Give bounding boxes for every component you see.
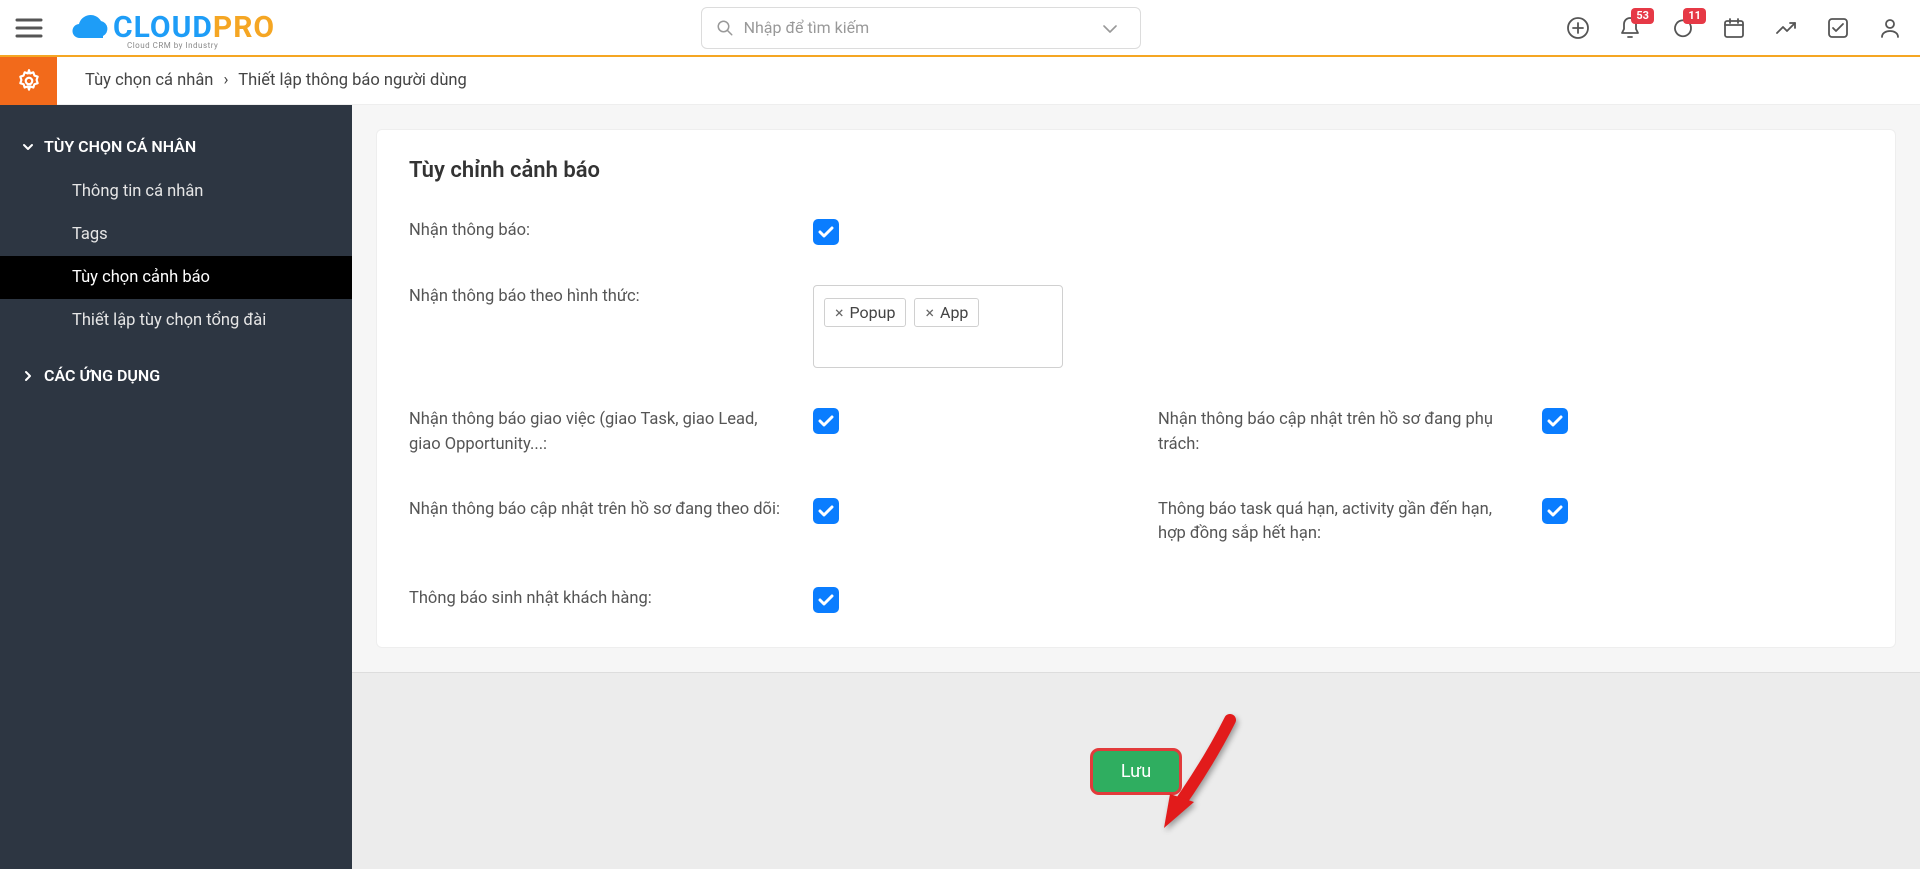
notifications-button[interactable]: 53	[1618, 16, 1642, 40]
cloud-icon	[67, 8, 113, 48]
field-follow-update-notif-checkbox[interactable]	[813, 498, 839, 524]
field-assignment-notif-label: Nhận thông báo giao việc (giao Task, gia…	[409, 408, 789, 458]
search-icon	[716, 19, 734, 37]
global-search[interactable]: Nhập để tìm kiếm	[701, 7, 1141, 49]
sidebar-item-alert-options[interactable]: Tùy chọn cảnh báo	[0, 256, 352, 299]
chevron-right-icon	[22, 370, 34, 382]
app-header: CLOUDPRO Cloud CRM by Industry Nhập để t…	[0, 0, 1920, 57]
chevron-down-icon	[22, 141, 34, 153]
settings-sidebar: TÙY CHỌN CÁ NHÂN Thông tin cá nhân Tags …	[0, 105, 352, 869]
hamburger-menu-button[interactable]	[0, 0, 57, 56]
reports-button[interactable]	[1774, 16, 1798, 40]
sidebar-group-personal[interactable]: TÙY CHỌN CÁ NHÂN	[0, 129, 352, 170]
settings-icon[interactable]	[0, 57, 57, 105]
search-placeholder: Nhập để tìm kiếm	[744, 18, 870, 37]
notifications-badge: 53	[1631, 8, 1654, 24]
field-owner-update-notif-label: Nhận thông báo cập nhật trên hồ sơ đang …	[1158, 408, 1518, 458]
content-area: Tùy chỉnh cảnh báo Nhận thông báo: Nhận …	[352, 105, 1920, 869]
form-footer: Lưu	[352, 672, 1920, 869]
save-button[interactable]: Lưu	[1093, 751, 1179, 792]
calendar-button[interactable]	[1722, 16, 1746, 40]
breadcrumb-item[interactable]: Tùy chọn cá nhân	[85, 71, 213, 90]
sidebar-group-apps[interactable]: CÁC ỨNG DỤNG	[0, 342, 352, 399]
sidebar-group-label: TÙY CHỌN CÁ NHÂN	[44, 137, 196, 156]
chat-button[interactable]: 11	[1670, 16, 1694, 40]
tag-popup: × Popup	[824, 298, 906, 327]
profile-button[interactable]	[1878, 16, 1902, 40]
chat-badge: 11	[1683, 8, 1706, 24]
app-logo[interactable]: CLOUDPRO Cloud CRM by Industry	[67, 8, 275, 48]
tag-label: App	[940, 303, 968, 322]
tag-app: × App	[914, 298, 979, 327]
header-actions: 53 11	[1566, 16, 1902, 40]
field-receive-notifications-checkbox[interactable]	[813, 219, 839, 245]
alert-settings-card: Tùy chỉnh cảnh báo Nhận thông báo: Nhận …	[376, 129, 1896, 648]
sidebar-group-label: CÁC ỨNG DỤNG	[44, 366, 160, 385]
field-birthday-notif-label: Thông báo sinh nhật khách hàng:	[409, 587, 789, 612]
field-notification-methods-input[interactable]: × Popup × App	[813, 285, 1063, 368]
sidebar-item-callcenter[interactable]: Thiết lập tùy chọn tổng đài	[0, 299, 352, 342]
chevron-down-icon	[1103, 18, 1127, 37]
field-notification-methods-label: Nhận thông báo theo hình thức:	[409, 285, 789, 310]
tasks-button[interactable]	[1826, 16, 1850, 40]
tag-remove-icon[interactable]: ×	[835, 303, 844, 322]
field-overdue-notif-label: Thông báo task quá hạn, activity gần đến…	[1158, 498, 1518, 548]
chevron-right-icon: ›	[224, 71, 229, 90]
breadcrumb-item[interactable]: Thiết lập thông báo người dùng	[238, 71, 467, 90]
field-follow-update-notif-label: Nhận thông báo cập nhật trên hồ sơ đang …	[409, 498, 789, 523]
field-receive-notifications-label: Nhận thông báo:	[409, 219, 789, 244]
field-birthday-notif-checkbox[interactable]	[813, 587, 839, 613]
breadcrumb: Tùy chọn cá nhân › Thiết lập thông báo n…	[57, 71, 467, 90]
logo-subtitle: Cloud CRM by Industry	[127, 41, 218, 50]
tag-label: Popup	[850, 303, 896, 322]
card-title: Tùy chỉnh cảnh báo	[409, 158, 1863, 183]
field-assignment-notif-checkbox[interactable]	[813, 408, 839, 434]
add-button[interactable]	[1566, 16, 1590, 40]
tag-remove-icon[interactable]: ×	[925, 303, 934, 322]
sidebar-item-profile[interactable]: Thông tin cá nhân	[0, 170, 352, 213]
field-owner-update-notif-checkbox[interactable]	[1542, 408, 1568, 434]
breadcrumb-bar: Tùy chọn cá nhân › Thiết lập thông báo n…	[0, 57, 1920, 105]
field-overdue-notif-checkbox[interactable]	[1542, 498, 1568, 524]
sidebar-item-tags[interactable]: Tags	[0, 213, 352, 256]
